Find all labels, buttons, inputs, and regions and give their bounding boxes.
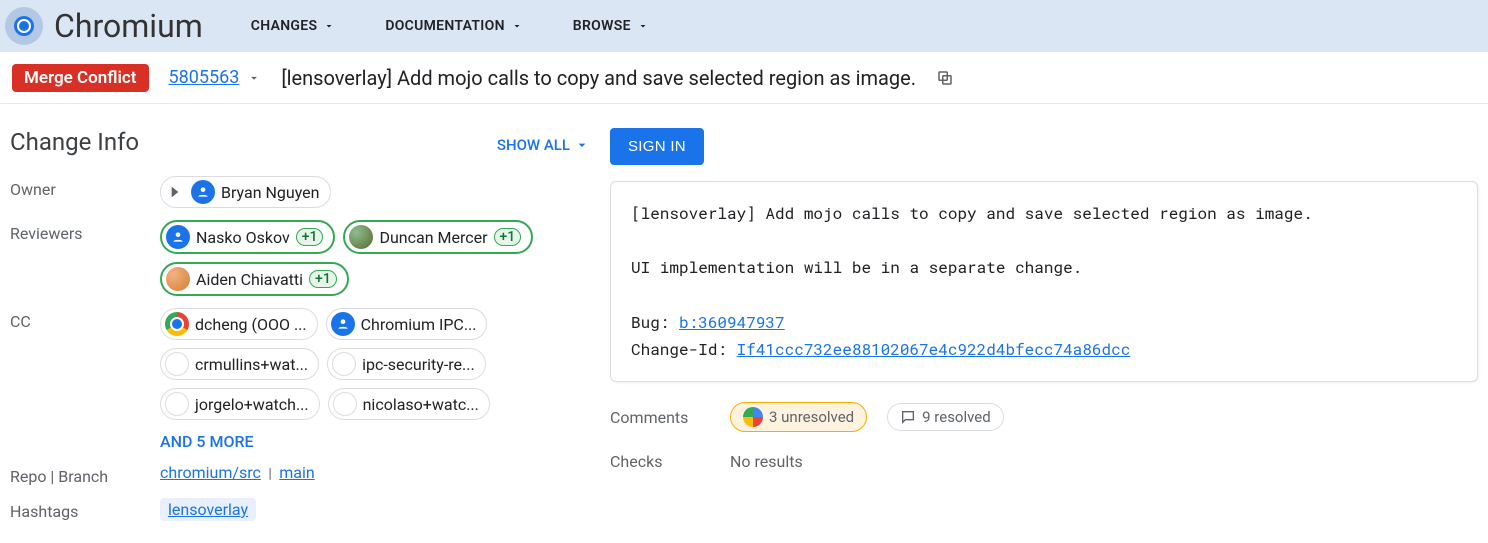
comment-icon [900, 409, 916, 425]
bug-link[interactable]: b:360947937 [679, 312, 785, 333]
cc-chip[interactable]: Chromium IPC... [326, 308, 488, 340]
branch-link[interactable]: main [279, 463, 314, 482]
hashtags-label: Hashtags [10, 498, 160, 521]
cc-chip[interactable]: jorgelo+watch... [160, 388, 320, 420]
and-more-button[interactable]: AND 5 MORE [160, 432, 590, 451]
show-all-label: SHOW ALL [497, 136, 570, 154]
nav-changes-label: CHANGES [251, 18, 318, 34]
avatar-icon [191, 180, 215, 204]
reviewers-label: Reviewers [10, 220, 160, 243]
cc-row: CC dcheng (OOO ... Chromium IPC... crmul… [10, 308, 590, 420]
owner-chip[interactable]: Bryan Nguyen [160, 176, 331, 208]
commit-body: UI implementation will be in a separate … [631, 257, 1082, 278]
change-title: [lensoverlay] Add mojo calls to copy and… [281, 66, 916, 90]
cc-name: nicolaso+watc... [363, 395, 479, 414]
reviewer-name: Aiden Chiavatti [196, 270, 303, 289]
cc-name: jorgelo+watch... [195, 395, 309, 414]
nav-documentation-label: DOCUMENTATION [385, 18, 504, 34]
repo-branch-row: Repo | Branch chromium/src | main [10, 463, 590, 486]
chevron-down-icon [247, 71, 261, 85]
checks-value: No results [730, 452, 803, 471]
cc-name: dcheng (OOO ... [195, 315, 307, 334]
cc-chip[interactable]: ipc-security-re... [327, 348, 486, 380]
reviewer-chip[interactable]: Duncan Mercer +1 [343, 220, 533, 254]
cc-label: CC [10, 308, 160, 331]
change-number-link[interactable]: 5805563 [169, 67, 240, 88]
owner-name: Bryan Nguyen [221, 183, 320, 202]
avatar-icon [331, 312, 355, 336]
comments-label: Comments [610, 408, 710, 427]
comments-row: Comments 3 unresolved 9 resolved [610, 402, 1478, 432]
main-content: Change Info SHOW ALL Owner Bryan Nguyen [0, 104, 1488, 543]
change-id-label: Change-Id: [631, 339, 737, 360]
vote-badge: +1 [309, 270, 337, 288]
sub-header: Merge Conflict 5805563 [lensoverlay] Add… [0, 52, 1488, 104]
avatar-icon [166, 267, 190, 291]
cc-name: Chromium IPC... [361, 315, 477, 334]
sign-in-button[interactable]: SIGN IN [610, 128, 704, 165]
nav-changes[interactable]: CHANGES [251, 18, 336, 34]
reviewers-row: Reviewers Nasko Oskov +1 Duncan Mercer +… [10, 220, 590, 296]
avatar-icon [332, 352, 356, 376]
cc-name: crmullins+wat... [195, 355, 308, 374]
reviewer-name: Duncan Mercer [379, 228, 487, 247]
avatar-icon [165, 352, 189, 376]
avatar-icon [165, 392, 189, 416]
brand-title: Chromium [54, 7, 203, 45]
resolved-comments-pill[interactable]: 9 resolved [887, 403, 1004, 431]
checks-label: Checks [610, 452, 710, 471]
change-info-heading: Change Info [10, 128, 139, 156]
merge-conflict-badge: Merge Conflict [12, 64, 149, 92]
change-number-dropdown[interactable]: 5805563 [169, 67, 262, 88]
reviewer-chip[interactable]: Nasko Oskov +1 [160, 220, 335, 254]
chromium-logo-icon [4, 6, 44, 46]
checks-row: Checks No results [610, 452, 1478, 471]
change-id-link[interactable]: If41ccc732ee88102067e4c922d4bfecc74a86dc… [737, 339, 1131, 360]
cc-chip[interactable]: nicolaso+watc... [328, 388, 490, 420]
attention-icon [169, 184, 185, 200]
commit-subject: [lensoverlay] Add mojo calls to copy and… [631, 203, 1313, 224]
hashtag-chip[interactable]: lensoverlay [160, 498, 256, 521]
repo-link[interactable]: chromium/src [160, 463, 261, 482]
hashtags-row: Hashtags lensoverlay [10, 498, 590, 521]
cc-chip[interactable]: crmullins+wat... [160, 348, 319, 380]
chevron-down-icon [511, 20, 523, 32]
avatar-icon [333, 392, 357, 416]
bug-label: Bug: [631, 312, 679, 333]
commit-message-box: [lensoverlay] Add mojo calls to copy and… [610, 181, 1478, 382]
nav-documentation[interactable]: DOCUMENTATION [385, 18, 522, 34]
owner-row: Owner Bryan Nguyen [10, 176, 590, 208]
nav-browse[interactable]: BROWSE [573, 18, 649, 34]
avatar-icon [349, 225, 373, 249]
vote-badge: +1 [296, 228, 324, 246]
nav-browse-label: BROWSE [573, 18, 631, 34]
chevron-down-icon [637, 20, 649, 32]
chevron-down-icon [323, 20, 335, 32]
cc-name: ipc-security-re... [362, 355, 475, 374]
avatar-icon [165, 312, 189, 336]
cc-chip[interactable]: dcheng (OOO ... [160, 308, 318, 340]
unresolved-count: 3 unresolved [769, 408, 854, 426]
owner-label: Owner [10, 176, 160, 199]
avatar-icon [166, 225, 190, 249]
resolved-count: 9 resolved [922, 408, 991, 426]
separator: | [268, 466, 271, 482]
copy-icon[interactable] [936, 69, 954, 87]
brand[interactable]: Chromium [4, 6, 203, 46]
top-bar: Chromium CHANGES DOCUMENTATION BROWSE [0, 0, 1488, 52]
repo-branch-label: Repo | Branch [10, 463, 160, 486]
show-all-button[interactable]: SHOW ALL [497, 136, 590, 154]
comments-icon [743, 407, 763, 427]
change-info-panel: Change Info SHOW ALL Owner Bryan Nguyen [10, 128, 590, 533]
reviewer-chip[interactable]: Aiden Chiavatti +1 [160, 262, 349, 296]
reviewer-name: Nasko Oskov [196, 228, 290, 247]
unresolved-comments-pill[interactable]: 3 unresolved [730, 402, 867, 432]
right-panel: SIGN IN [lensoverlay] Add mojo calls to … [610, 128, 1478, 471]
chevron-down-icon [574, 137, 590, 153]
vote-badge: +1 [494, 228, 522, 246]
nav-menu: CHANGES DOCUMENTATION BROWSE [251, 18, 649, 34]
